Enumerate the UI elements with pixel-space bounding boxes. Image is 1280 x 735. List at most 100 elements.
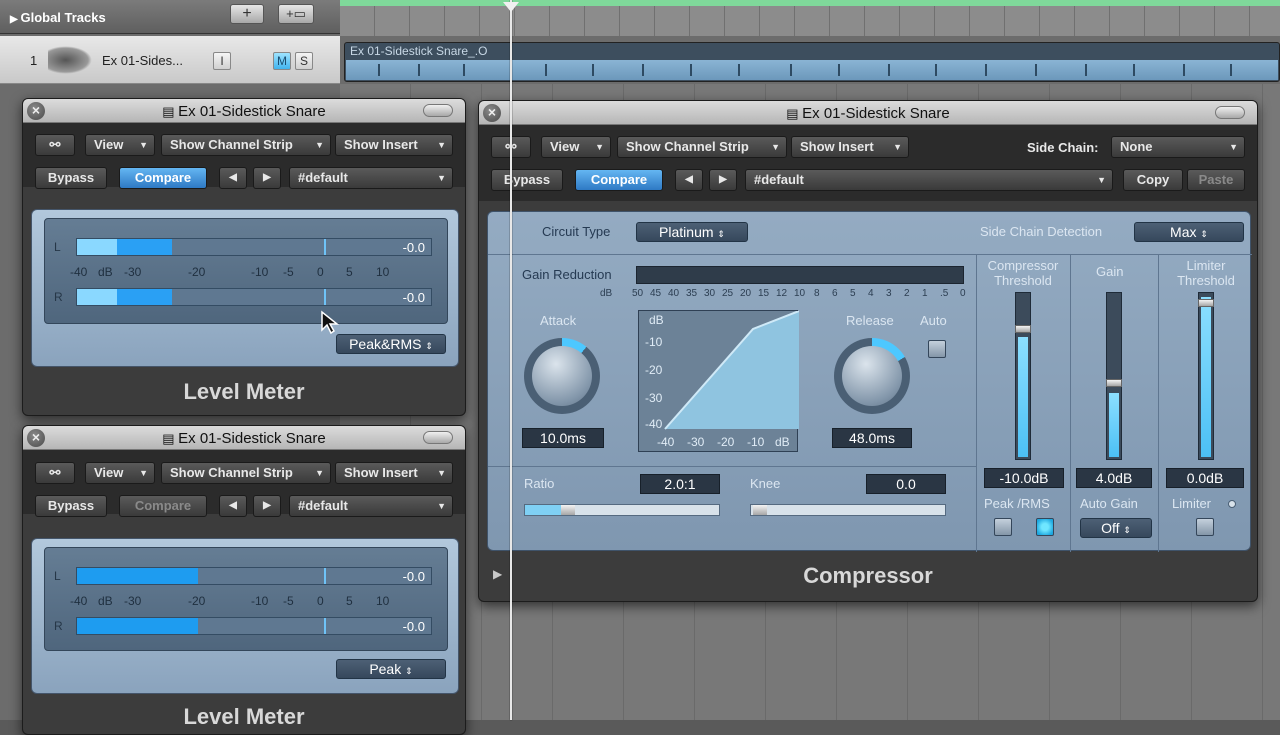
meter-left: -0.0 xyxy=(76,567,432,585)
copy-button[interactable]: Copy xyxy=(1123,169,1183,191)
updown-icon: ⇕ xyxy=(1200,229,1208,239)
attack-knob[interactable] xyxy=(524,338,600,414)
chevron-down-icon: ▼ xyxy=(1097,175,1106,185)
mute-button[interactable]: M xyxy=(273,52,291,70)
peak-value-right: -0.0 xyxy=(402,619,425,634)
window-title: Ex 01-Sidestick Snare xyxy=(178,430,326,447)
chevron-down-icon: ▼ xyxy=(437,140,446,150)
next-preset-button[interactable]: ▶ xyxy=(253,167,281,189)
chevron-down-icon: ▼ xyxy=(893,142,902,152)
previous-preset-button[interactable]: ◀ xyxy=(219,495,247,517)
knee-value[interactable]: 0.0 xyxy=(866,474,946,494)
plugin-name: Compressor xyxy=(803,563,933,588)
playhead[interactable] xyxy=(510,0,512,720)
show-insert-menu[interactable]: Show Insert ▼ xyxy=(791,136,909,158)
gain-value[interactable]: 4.0dB xyxy=(1076,468,1152,488)
view-menu[interactable]: View ▼ xyxy=(85,462,155,484)
previous-preset-button[interactable]: ◀ xyxy=(219,167,247,189)
peak-checkbox[interactable] xyxy=(994,518,1012,536)
preset-menu[interactable]: #default ▼ xyxy=(289,495,453,517)
bypass-button[interactable]: Bypass xyxy=(35,167,107,189)
circuit-type-label: Circuit Type xyxy=(542,224,611,239)
document-icon: ▤ xyxy=(162,104,179,119)
gain-fader[interactable] xyxy=(1106,292,1122,460)
playhead-marker-icon[interactable] xyxy=(503,2,519,12)
auto-release-checkbox[interactable] xyxy=(928,340,946,358)
next-preset-button[interactable]: ▶ xyxy=(709,169,737,191)
track-number: 1 xyxy=(30,53,38,68)
region-waveform xyxy=(346,60,1278,80)
circuit-type-select[interactable]: Platinum ⇕ xyxy=(636,222,748,242)
next-preset-button[interactable]: ▶ xyxy=(253,495,281,517)
meter-mode-select[interactable]: Peak ⇕ xyxy=(336,659,446,679)
limiter-checkbox[interactable] xyxy=(1196,518,1214,536)
compressor-threshold-label: Compressor Threshold xyxy=(987,258,1059,288)
link-button[interactable]: ⚯ xyxy=(35,462,75,484)
plugin-name: Level Meter xyxy=(183,704,305,729)
show-channel-strip-menu[interactable]: Show Channel Strip ▼ xyxy=(161,462,331,484)
plugin-name: Level Meter xyxy=(183,379,305,404)
auto-gain-select[interactable]: Off ⇕ xyxy=(1080,518,1152,538)
chevron-down-icon: ▼ xyxy=(437,173,446,183)
compare-button[interactable]: Compare xyxy=(575,169,663,191)
compressor-threshold-value[interactable]: -10.0dB xyxy=(984,468,1064,488)
toolbar-toggle-button[interactable] xyxy=(1215,106,1245,119)
input-monitor-button[interactable]: I xyxy=(213,52,231,70)
compare-button[interactable]: Compare xyxy=(119,167,207,189)
disclosure-triangle-icon[interactable]: ▶ xyxy=(10,14,20,25)
link-button[interactable]: ⚯ xyxy=(35,134,75,156)
toolbar-toggle-button[interactable] xyxy=(423,104,453,117)
channel-left-label: L xyxy=(54,569,61,583)
previous-preset-button[interactable]: ◀ xyxy=(675,169,703,191)
global-tracks-label[interactable]: ▶ Global Tracks xyxy=(10,10,106,25)
chevron-down-icon: ▼ xyxy=(139,468,148,478)
peak-value-right: -0.0 xyxy=(402,290,425,305)
compressor-threshold-fader[interactable] xyxy=(1015,292,1031,460)
ratio-slider[interactable] xyxy=(524,504,720,516)
window-title: Ex 01-Sidestick Snare xyxy=(802,105,950,122)
show-insert-menu[interactable]: Show Insert ▼ xyxy=(335,462,453,484)
paste-button[interactable]: Paste xyxy=(1187,169,1245,191)
ratio-value[interactable]: 2.0:1 xyxy=(640,474,720,494)
release-knob[interactable] xyxy=(834,338,910,414)
view-menu[interactable]: View ▼ xyxy=(541,136,611,158)
peak-rms-label: Peak /RMS xyxy=(984,496,1050,511)
bypass-button[interactable]: Bypass xyxy=(491,169,563,191)
meter-panel: L -0.0 -40 dB -30 -20 -10 -5 0 5 10 R -0.0 Peak&… xyxy=(31,209,459,367)
new-folder-button[interactable]: +▭ xyxy=(278,4,314,24)
add-track-button[interactable]: + xyxy=(230,4,264,24)
toolbar-toggle-button[interactable] xyxy=(423,431,453,444)
bypass-button[interactable]: Bypass xyxy=(35,495,107,517)
preset-menu[interactable]: #default ▼ xyxy=(745,169,1113,191)
level-meter-window-1: × ▤ Ex 01-Sidestick Snare ⚯ View ▼ Show C… xyxy=(22,98,466,416)
solo-button[interactable]: S xyxy=(295,52,313,70)
knee-slider[interactable] xyxy=(750,504,946,516)
track-name[interactable]: Ex 01-Sides... xyxy=(102,53,183,68)
limiter-threshold-value[interactable]: 0.0dB xyxy=(1166,468,1244,488)
meter-mode-select[interactable]: Peak&RMS ⇕ xyxy=(336,334,446,354)
meter-right: -0.0 xyxy=(76,288,432,306)
show-channel-strip-menu[interactable]: Show Channel Strip ▼ xyxy=(161,134,331,156)
compare-button[interactable]: Compare xyxy=(119,495,207,517)
gain-reduction-scale: dB 50 45 40 35 30 25 20 15 12 10 8 6 5 4 3 2 1.5 0 xyxy=(600,288,966,299)
updown-icon: ⇕ xyxy=(405,666,413,676)
side-chain-detection-label: Side Chain Detection xyxy=(980,224,1103,239)
show-channel-strip-menu[interactable]: Show Channel Strip ▼ xyxy=(617,136,787,158)
peak-value-left: -0.0 xyxy=(402,240,425,255)
peak-value-left: -0.0 xyxy=(402,569,425,584)
show-insert-menu[interactable]: Show Insert ▼ xyxy=(335,134,453,156)
chevron-down-icon: ▼ xyxy=(595,142,604,152)
rms-checkbox[interactable] xyxy=(1036,518,1054,536)
attack-value[interactable]: 10.0ms xyxy=(522,428,604,448)
cycle-range[interactable] xyxy=(340,0,1280,6)
limiter-threshold-fader[interactable] xyxy=(1198,292,1214,460)
release-label: Release xyxy=(846,313,894,328)
release-value[interactable]: 48.0ms xyxy=(832,428,912,448)
preset-menu[interactable]: #default ▼ xyxy=(289,167,453,189)
knee-label: Knee xyxy=(750,476,781,491)
view-menu[interactable]: View ▼ xyxy=(85,134,155,156)
compression-curve-graph: dB -10 -20 -30 -40 -40 -30 -20 -10 dB xyxy=(638,310,799,452)
side-chain-menu[interactable]: None ▼ xyxy=(1111,136,1245,158)
side-chain-detection-select[interactable]: Max ⇕ xyxy=(1134,222,1244,242)
waveform-icon xyxy=(48,46,92,74)
